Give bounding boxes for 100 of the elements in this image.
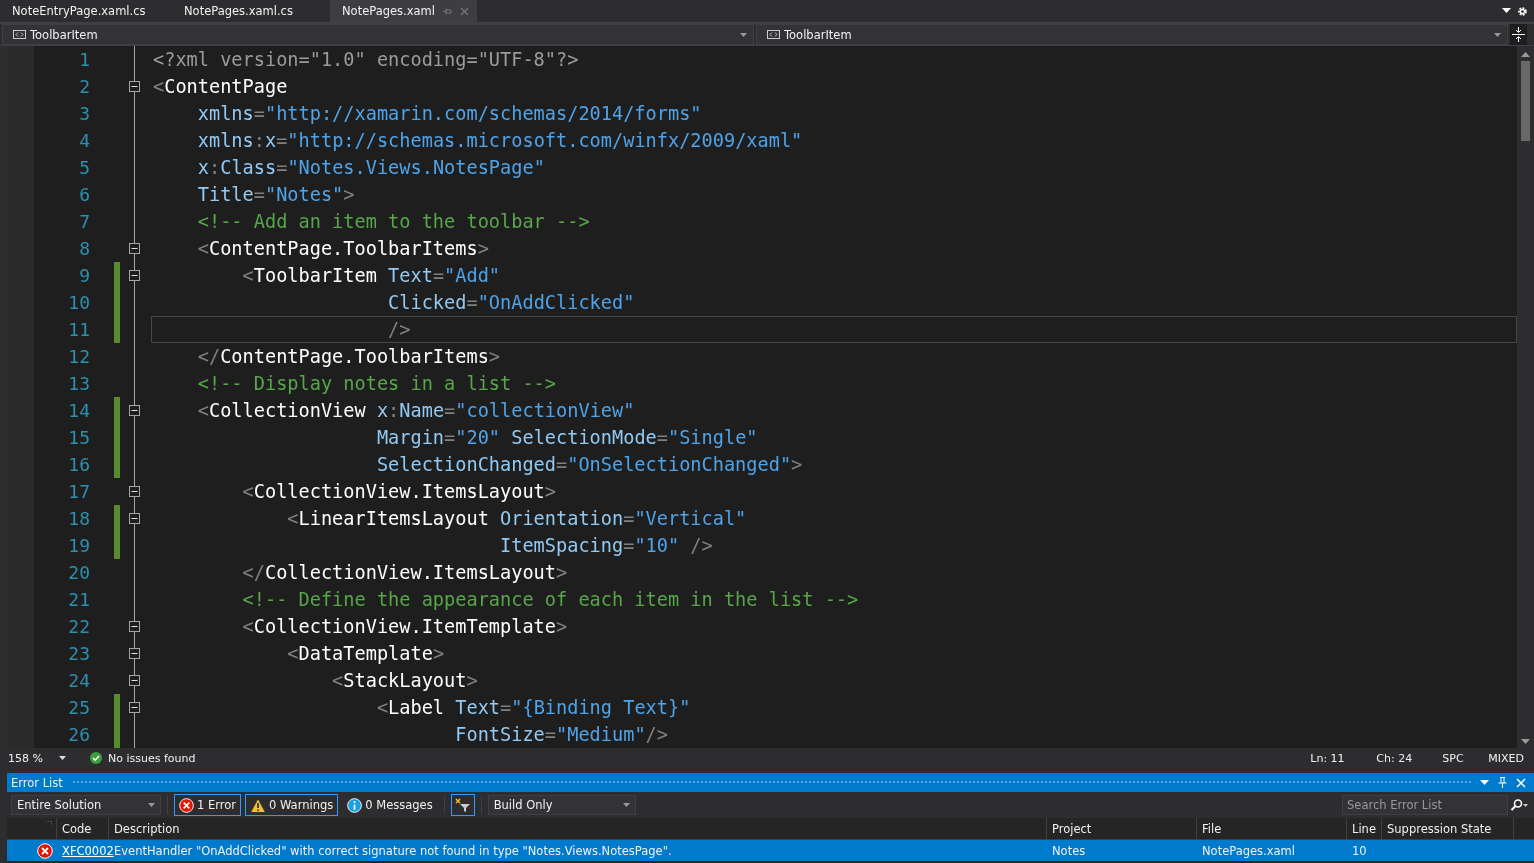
document-tab[interactable]: NoteEntryPage.xaml.cs [0, 0, 172, 22]
line-number: 15 [67, 427, 90, 448]
code-line: <!-- Define the appearance of each item in the list --> [241, 588, 860, 612]
element-icon [767, 30, 780, 39]
error-code-link[interactable]: XFC0002 [62, 843, 114, 858]
collapse-icon[interactable] [129, 405, 140, 416]
error-row[interactable]: XFC0002EventHandler "OnAddClicked" with correct signature not found in type "Notes.Views.NotesPage". Notes NotePages.xaml 10 [7, 840, 1534, 861]
line-number: 21 [67, 589, 90, 610]
line-number: 18 [67, 508, 90, 529]
line-number: 10 [1352, 843, 1367, 858]
code-line: <!-- Add an item to the toolbar --> [196, 210, 591, 234]
check-icon [90, 752, 102, 764]
split-window-button[interactable] [1510, 24, 1527, 45]
line-number: 14 [67, 400, 90, 421]
line-number: 12 [67, 346, 90, 367]
filter-button[interactable]: 1 Error [174, 794, 241, 816]
collapse-icon[interactable] [129, 675, 140, 686]
scope-dropdown[interactable]: Entire Solution [11, 795, 161, 815]
code-line: <!-- Display notes in a list --> [196, 372, 557, 396]
column-header[interactable]: File [1197, 818, 1347, 839]
line-number: 3 [78, 103, 90, 124]
member-dropdown[interactable]: ToolbarItem [756, 24, 1508, 45]
line-number: 23 [67, 643, 90, 664]
file-name: NotePages.xaml [1202, 843, 1295, 858]
error-description: EventHandler "OnAddClicked" with correct signature not found in type "Notes.Views.NotesPage". [114, 843, 672, 858]
caret-icon [740, 32, 747, 37]
caret-icon [59, 756, 66, 760]
collapse-icon[interactable] [129, 243, 140, 254]
column-header[interactable]: Project [1047, 818, 1197, 839]
collapse-icon[interactable] [129, 621, 140, 632]
settings-icon[interactable] [1517, 5, 1528, 17]
collapse-icon[interactable] [129, 270, 140, 281]
line-number: 10 [67, 292, 90, 313]
dropdown-icon[interactable] [1502, 8, 1511, 14]
code-line: xmlns:x="http://schemas.microsoft.com/winfx/2009/xaml" [196, 129, 804, 153]
panel-title: Error List [11, 775, 63, 790]
column-header[interactable]: Line [1347, 818, 1382, 839]
error-icon [37, 842, 53, 859]
issues-status[interactable]: No issues found [108, 751, 196, 765]
code-line: <LinearItemsLayout Orientation="Vertical" [286, 507, 748, 531]
warning-icon [250, 797, 266, 813]
code-line: <ToolbarItem Text="Add" [241, 264, 502, 288]
line-indicator: Ln: 11 [1310, 751, 1346, 765]
line-number: 5 [78, 157, 90, 178]
column-header[interactable]: Suppression State [1382, 818, 1514, 839]
filter-toggle-button[interactable] [450, 794, 475, 816]
line-number: 6 [78, 184, 90, 205]
filter-button[interactable]: 0 Messages [342, 794, 438, 816]
collapse-icon[interactable] [129, 513, 140, 524]
collapse-icon[interactable] [129, 648, 140, 659]
code-line: <ContentPage.ToolbarItems> [196, 237, 490, 261]
element-icon [13, 30, 26, 39]
code-line: Margin="20" SelectionMode="Single" [375, 426, 759, 450]
code-line: <CollectionView x:Name="collectionView" [196, 399, 636, 423]
code-line: <DataTemplate> [286, 642, 446, 666]
search-field[interactable]: Search Error List [1342, 795, 1508, 815]
line-number: 11 [67, 319, 90, 340]
line-number: 22 [67, 616, 90, 637]
build-filter-dropdown[interactable]: Build Only [487, 795, 636, 815]
collapse-icon[interactable] [129, 486, 140, 497]
corner-icon [46, 821, 52, 827]
whitespace-indicator[interactable]: SPC [1442, 751, 1483, 765]
code-line: <Label Text="{Binding Text}" [375, 696, 692, 720]
line-number: 17 [67, 481, 90, 502]
document-tab[interactable]: NotePages.xaml.cs [172, 0, 322, 22]
line-number: 4 [78, 130, 90, 151]
line-number: 26 [67, 724, 90, 745]
code-line: <?xml version="1.0" encoding="UTF-8"?> [152, 48, 580, 72]
scroll-down-icon[interactable] [1521, 739, 1530, 744]
line-number: 7 [78, 211, 90, 232]
scrollbar-thumb[interactable] [1521, 61, 1530, 141]
line-endings-indicator[interactable]: MIXED [1488, 751, 1524, 765]
line-number: 8 [78, 238, 90, 259]
search-icon[interactable] [1510, 799, 1528, 811]
line-number: 13 [67, 373, 90, 394]
code-line: <CollectionView.ItemTemplate> [241, 615, 569, 639]
zoom-dropdown[interactable]: 158 % [8, 751, 66, 765]
code-line: <StackLayout> [331, 669, 479, 693]
scroll-up-icon[interactable] [1521, 52, 1530, 57]
line-number: 24 [67, 670, 90, 691]
collapse-icon[interactable] [129, 81, 140, 92]
type-dropdown[interactable]: ToolbarItem [2, 24, 754, 45]
line-number: 2 [78, 76, 90, 97]
line-number: 25 [67, 697, 90, 718]
code-line: FontSize="Medium"/> [454, 723, 669, 747]
caret-icon [622, 803, 630, 807]
collapse-icon[interactable] [129, 702, 140, 713]
code-line: Clicked="OnAddClicked" [387, 291, 636, 315]
column-header[interactable]: Code [57, 818, 109, 839]
column-header[interactable]: Description [109, 818, 1047, 839]
error-icon [179, 797, 194, 813]
project-name: Notes [1052, 843, 1086, 858]
caret-icon [148, 803, 155, 807]
caret-icon [1494, 32, 1501, 37]
line-number: 16 [67, 454, 90, 475]
code-line: </ContentPage.ToolbarItems> [196, 345, 502, 369]
info-icon [347, 797, 363, 813]
code-line: x:Class="Notes.Views.NotesPage" [196, 156, 546, 180]
code-line: xmlns="http://xamarin.com/schemas/2014/forms" [196, 102, 703, 126]
filter-button[interactable]: 0 Warnings [245, 794, 339, 816]
